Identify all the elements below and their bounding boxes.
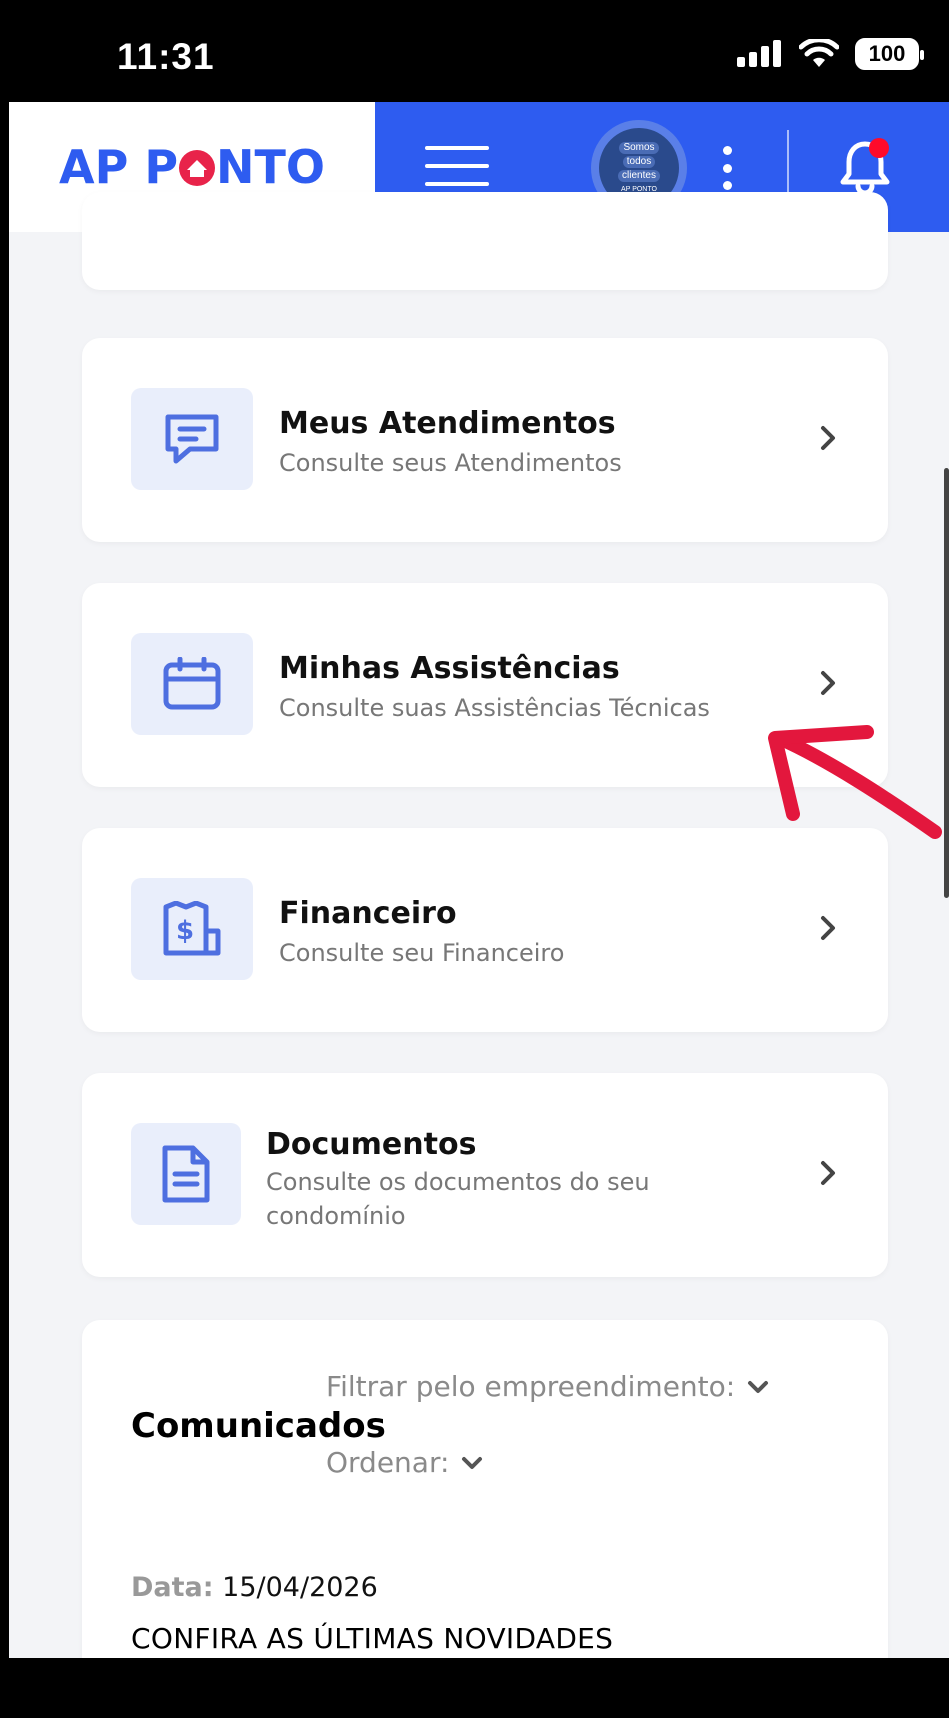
logo-text-part1: AP P bbox=[58, 140, 179, 194]
chevron-right-icon bbox=[821, 426, 835, 450]
date-label: Data: bbox=[131, 1572, 214, 1603]
menu-card-meus-atendimentos[interactable]: Meus Atendimentos Consulte seus Atendime… bbox=[82, 338, 888, 542]
receipt-dollar-icon: $ bbox=[131, 878, 253, 980]
status-time: 11:31 bbox=[117, 36, 215, 77]
sort-label: Ordenar: bbox=[326, 1446, 450, 1479]
scrollbar[interactable] bbox=[944, 468, 949, 898]
comunicados-title: Comunicados bbox=[131, 1406, 386, 1446]
calendar-icon bbox=[131, 633, 253, 735]
status-icons: 100 bbox=[737, 38, 924, 70]
menu-card-title: Minhas Assistências bbox=[279, 651, 620, 686]
status-bar: 11:31 100 bbox=[9, 0, 949, 102]
menu-card-minhas-assistencias[interactable]: Minhas Assistências Consulte suas Assist… bbox=[82, 583, 888, 787]
chat-icon bbox=[131, 388, 253, 490]
chevron-down-icon bbox=[748, 1380, 769, 1393]
more-options-icon[interactable] bbox=[720, 146, 734, 190]
app-screen: 11:31 100 AP P NTO Somos todos clientes … bbox=[9, 0, 949, 1718]
menu-card-title: Financeiro bbox=[279, 896, 457, 931]
menu-card-subtitle: Consulte seus Atendimentos bbox=[279, 449, 622, 477]
menu-card-subtitle: Consulte os documentos do seu condomínio bbox=[266, 1168, 650, 1230]
chevron-right-icon bbox=[821, 916, 835, 940]
document-icon bbox=[131, 1123, 241, 1225]
bottom-bar bbox=[0, 1658, 949, 1718]
comunicado-date: Data: 15/04/2026 bbox=[131, 1572, 378, 1603]
date-value: 15/04/2026 bbox=[222, 1572, 378, 1603]
menu-card-subtitle: Consulte suas Assistências Técnicas bbox=[279, 694, 710, 722]
chevron-right-icon bbox=[821, 1161, 835, 1185]
chevron-right-icon bbox=[821, 671, 835, 695]
notification-bell-icon[interactable] bbox=[835, 136, 895, 196]
chevron-down-icon bbox=[462, 1456, 483, 1469]
cellular-signal-icon bbox=[737, 40, 781, 67]
notification-dot bbox=[869, 138, 889, 158]
comunicados-card: Filtrar pelo empreendimento: Comunicados… bbox=[82, 1320, 888, 1680]
logo-text-part2: NTO bbox=[216, 140, 326, 194]
svg-text:$: $ bbox=[176, 916, 194, 946]
main-content: Meus Atendimentos Consulte seus Atendime… bbox=[9, 192, 949, 1680]
menu-card-subtitle: Consulte seu Financeiro bbox=[279, 939, 565, 967]
battery-icon: 100 bbox=[855, 38, 924, 70]
comunicado-headline[interactable]: CONFIRA AS ÚLTIMAS NOVIDADES bbox=[131, 1622, 613, 1655]
previous-card bbox=[82, 192, 888, 290]
filter-label: Filtrar pelo empreendimento: bbox=[326, 1370, 736, 1403]
house-logo-icon bbox=[179, 150, 216, 186]
sort-dropdown[interactable]: Ordenar: bbox=[326, 1446, 483, 1479]
menu-card-documentos[interactable]: Documentos Consulte os documentos do seu… bbox=[82, 1073, 888, 1277]
hamburger-menu-icon[interactable] bbox=[425, 146, 489, 186]
menu-card-title: Documentos bbox=[266, 1127, 477, 1162]
menu-card-financeiro[interactable]: $ Financeiro Consulte seu Financeiro bbox=[82, 828, 888, 1032]
menu-card-title: Meus Atendimentos bbox=[279, 406, 616, 441]
filter-dropdown[interactable]: Filtrar pelo empreendimento: bbox=[326, 1370, 769, 1403]
wifi-icon bbox=[799, 39, 839, 67]
